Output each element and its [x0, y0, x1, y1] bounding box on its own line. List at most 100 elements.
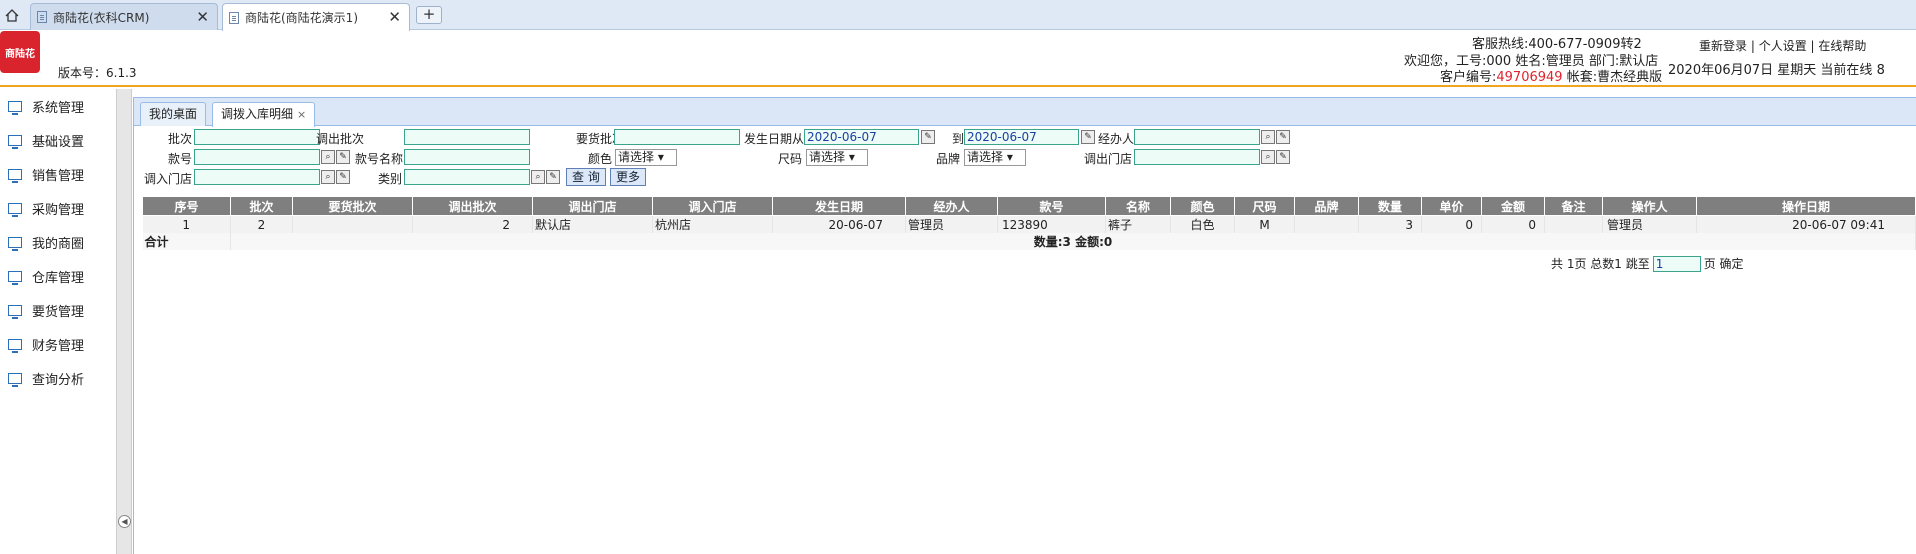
date-from-input[interactable]: 2020-06-07 — [804, 129, 919, 145]
close-tab-icon[interactable]: ✕ — [196, 8, 209, 26]
category-input[interactable] — [404, 169, 530, 185]
cell-in-store: 杭州店 — [652, 215, 773, 233]
new-tab-button[interactable]: + — [416, 6, 442, 24]
sidebar-item-query-analysis[interactable]: 查询分析 — [0, 361, 116, 395]
col-op-date[interactable]: 操作日期 — [1696, 196, 1916, 216]
query-button[interactable]: 查 询 — [566, 168, 606, 186]
sidebar: 系统管理 基础设置 销售管理 采购管理 我的商圈 仓库管理 要货管理 财务管理 … — [0, 89, 116, 554]
browser-tab-demo[interactable]: 商陆花(商陆花演示1) ✕ — [222, 3, 410, 31]
size-select-value: 请选择 — [809, 150, 846, 164]
sidebar-item-label: 基础设置 — [32, 134, 85, 150]
page-jump-input[interactable]: 1 — [1652, 255, 1701, 272]
style-name-input[interactable] — [404, 149, 530, 165]
sidebar-item-label: 系统管理 — [32, 100, 85, 116]
search-icon[interactable]: ⌕ — [531, 170, 545, 184]
sidebar-item-label: 查询分析 — [32, 372, 85, 388]
handler-input[interactable] — [1134, 129, 1260, 145]
table-row[interactable]: 1 2 2 默认店 杭州店 20-06-07 管理员 123890 裤子 白色 … — [142, 215, 1916, 233]
home-icon[interactable] — [0, 2, 24, 28]
sidebar-item-label: 财务管理 — [32, 338, 85, 354]
tab-label: 我的桌面 — [149, 107, 198, 121]
table-header-row: 序号 批次 要货批次 调出批次 调出门店 调入门店 发生日期 经办人 款号 名称… — [142, 196, 1916, 216]
cell-size: M — [1234, 215, 1295, 233]
col-out-batch[interactable]: 调出批次 — [412, 196, 533, 216]
online-help-link[interactable]: 在线帮助 — [1818, 39, 1866, 53]
col-out-store[interactable]: 调出门店 — [532, 196, 653, 216]
edit-icon[interactable]: ✎ — [1276, 150, 1290, 164]
personal-settings-link[interactable]: 个人设置 — [1759, 39, 1807, 53]
close-tab-icon[interactable]: × — [297, 108, 306, 121]
edit-icon[interactable]: ✎ — [546, 170, 560, 184]
sidebar-item-basic-settings[interactable]: 基础设置 — [0, 123, 116, 157]
relogin-link[interactable]: 重新登录 — [1699, 39, 1747, 53]
col-name[interactable]: 名称 — [1105, 196, 1171, 216]
calendar-icon[interactable]: ✎ — [1081, 130, 1095, 144]
size-select[interactable]: 请选择 ▾ — [806, 149, 868, 166]
browser-tab-crm[interactable]: 商陆花(衣科CRM) ✕ — [30, 3, 218, 30]
date-to-input[interactable]: 2020-06-07 — [964, 129, 1079, 145]
search-icon[interactable]: ⌕ — [321, 170, 335, 184]
sidebar-item-label: 仓库管理 — [32, 270, 85, 286]
cell-operator: 管理员 — [1602, 215, 1697, 233]
tab-my-desktop[interactable]: 我的桌面 — [140, 102, 207, 126]
version-label: 版本号：6.1.3 — [58, 66, 137, 80]
col-req-batch[interactable]: 要货批次 — [292, 196, 413, 216]
handler-label: 经办人 — [1097, 132, 1134, 146]
collapse-left-icon[interactable]: ◀ — [118, 515, 131, 528]
cell-style-no: 123890 — [997, 215, 1106, 233]
results-table: 序号 批次 要货批次 调出批次 调出门店 调入门店 发生日期 经办人 款号 名称… — [142, 196, 1916, 250]
sidebar-item-business-circle[interactable]: 我的商圈 — [0, 225, 116, 259]
cell-date: 20-06-07 — [772, 215, 906, 233]
col-seq[interactable]: 序号 — [142, 196, 231, 216]
sidebar-item-requisition[interactable]: 要货管理 — [0, 293, 116, 327]
col-date[interactable]: 发生日期 — [772, 196, 906, 216]
col-operator[interactable]: 操作人 — [1602, 196, 1697, 216]
sidebar-item-finance[interactable]: 财务管理 — [0, 327, 116, 361]
summary-row: 合计 数量:3 金额:0 — [142, 233, 1916, 250]
col-size[interactable]: 尺码 — [1234, 196, 1295, 216]
cell-amount: 0 — [1481, 215, 1545, 233]
col-batch[interactable]: 批次 — [230, 196, 293, 216]
req-batch-input[interactable] — [614, 129, 740, 145]
col-color[interactable]: 颜色 — [1170, 196, 1235, 216]
col-handler[interactable]: 经办人 — [905, 196, 998, 216]
out-store-input[interactable] — [1134, 149, 1260, 165]
close-tab-icon[interactable]: ✕ — [388, 8, 401, 26]
sidebar-item-warehouse[interactable]: 仓库管理 — [0, 259, 116, 293]
cell-color: 白色 — [1170, 215, 1235, 233]
brand-select[interactable]: 请选择 ▾ — [964, 149, 1026, 166]
batch-input[interactable] — [194, 129, 320, 145]
calendar-icon[interactable]: ✎ — [921, 130, 935, 144]
col-in-store[interactable]: 调入门店 — [652, 196, 773, 216]
in-store-input[interactable] — [194, 169, 320, 185]
style-no-input[interactable] — [194, 149, 320, 165]
main-panel: 我的桌面 调拨入库明细 × 批次 调出批次 要货批次 发生日期从 2020-06-… — [133, 97, 1916, 554]
search-icon[interactable]: ⌕ — [1261, 150, 1275, 164]
col-brand[interactable]: 品牌 — [1294, 196, 1359, 216]
col-style-no[interactable]: 款号 — [997, 196, 1106, 216]
sidebar-item-system[interactable]: 系统管理 — [0, 89, 116, 123]
page-tab-bar: 我的桌面 调拨入库明细 × — [134, 98, 1916, 127]
more-button[interactable]: 更多 — [610, 168, 647, 186]
sidebar-item-purchase[interactable]: 采购管理 — [0, 191, 116, 225]
tab-transfer-in-detail[interactable]: 调拨入库明细 × — [212, 102, 316, 127]
col-price[interactable]: 单价 — [1421, 196, 1482, 216]
monitor-icon — [8, 304, 22, 319]
col-amount[interactable]: 金额 — [1481, 196, 1545, 216]
sidebar-item-sales[interactable]: 销售管理 — [0, 157, 116, 191]
col-qty[interactable]: 数量 — [1358, 196, 1422, 216]
summary-text: 数量:3 金额:0 — [230, 233, 1916, 250]
style-no-label: 款号 — [167, 152, 192, 166]
cell-handler: 管理员 — [905, 215, 998, 233]
edit-icon[interactable]: ✎ — [336, 170, 350, 184]
color-select[interactable]: 请选择 ▾ — [615, 149, 677, 166]
pager-confirm[interactable]: 页 确定 — [1704, 255, 1744, 272]
edit-icon[interactable]: ✎ — [1276, 130, 1290, 144]
search-icon[interactable]: ⌕ — [1261, 130, 1275, 144]
col-remark[interactable]: 备注 — [1544, 196, 1603, 216]
out-batch-input[interactable] — [404, 129, 530, 145]
monitor-icon — [8, 202, 22, 217]
search-icon[interactable]: ⌕ — [321, 150, 335, 164]
monitor-icon — [8, 338, 22, 353]
sidebar-splitter[interactable]: ◀ — [116, 89, 132, 554]
